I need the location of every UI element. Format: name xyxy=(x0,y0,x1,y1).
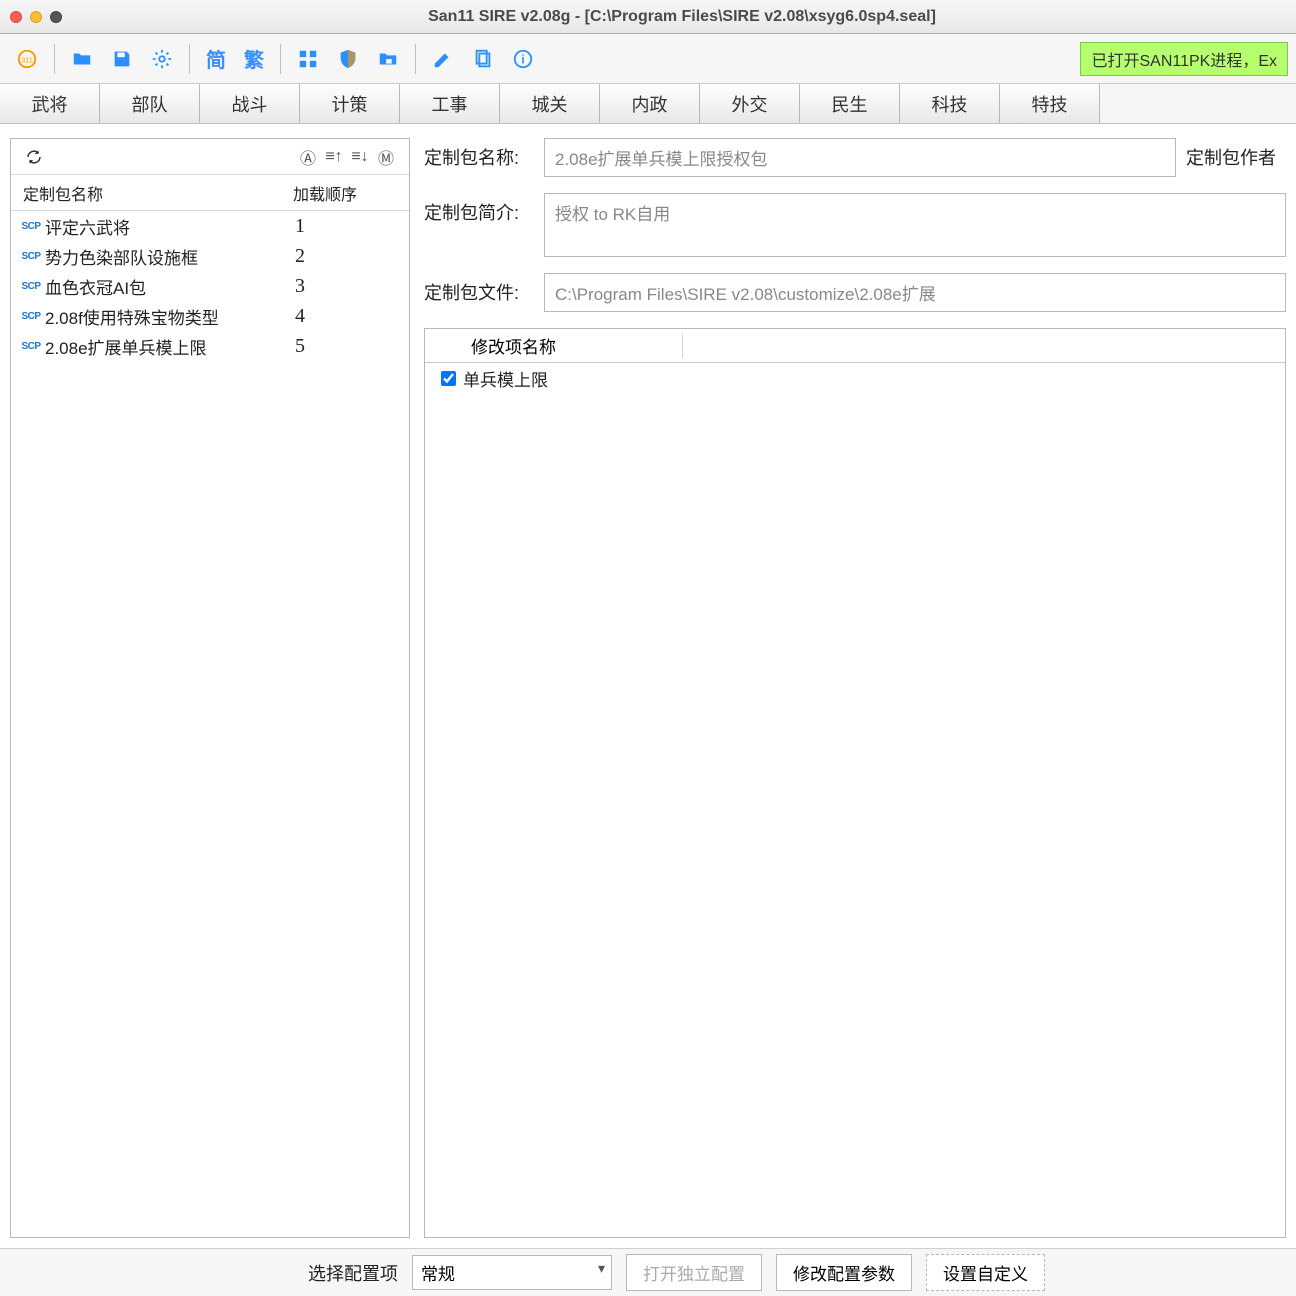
input-package-desc[interactable]: 授权 to RK自用 xyxy=(544,193,1286,257)
lock-folder-icon[interactable] xyxy=(369,40,407,78)
set-custom-button[interactable]: 设置自定义 xyxy=(926,1254,1045,1291)
tab-battle[interactable]: 战斗 xyxy=(200,84,300,123)
tab-construction[interactable]: 工事 xyxy=(400,84,500,123)
list-item[interactable]: SCP 血色衣冠AI包 3 xyxy=(11,271,409,301)
scp-icon: SCP xyxy=(17,248,45,264)
close-window-icon[interactable] xyxy=(10,11,22,23)
label-package-desc: 定制包简介: xyxy=(424,193,534,225)
label-package-author: 定制包作者 xyxy=(1186,138,1286,170)
open-standalone-config-button[interactable]: 打开独立配置 xyxy=(626,1254,762,1291)
info-icon[interactable]: i xyxy=(504,40,542,78)
input-package-name[interactable]: 2.08e扩展单兵模上限授权包 xyxy=(544,138,1176,177)
status-badge: 已打开SAN11PK进程，Ex xyxy=(1080,42,1288,76)
svg-text:i: i xyxy=(521,52,524,66)
mod-checkbox[interactable] xyxy=(433,371,463,386)
sort-desc-icon[interactable]: ≡↓ xyxy=(347,144,373,170)
scp-icon: SCP xyxy=(17,338,45,354)
footer-bar: 选择配置项 常规 打开独立配置 修改配置参数 设置自定义 xyxy=(0,1248,1296,1296)
package-name: 势力色染部队设施框 xyxy=(45,244,295,269)
package-list-toolbar: Ⓐ ≡↑ ≡↓ Ⓜ xyxy=(11,139,409,175)
package-order: 2 xyxy=(295,245,305,268)
shield-icon[interactable] xyxy=(329,40,367,78)
tab-troops[interactable]: 部队 xyxy=(100,84,200,123)
open-folder-icon[interactable] xyxy=(63,40,101,78)
tab-tech[interactable]: 科技 xyxy=(900,84,1000,123)
tab-gate[interactable]: 城关 xyxy=(500,84,600,123)
save-icon[interactable] xyxy=(103,40,141,78)
copy-icon[interactable] xyxy=(464,40,502,78)
mod-name: 单兵模上限 xyxy=(463,366,548,391)
scp-icon: SCP xyxy=(17,218,45,234)
sort-asc-icon[interactable]: ≡↑ xyxy=(321,144,347,170)
titlebar: San11 SIRE v2.08g - [C:\Program Files\SI… xyxy=(0,0,1296,34)
app-logo-icon[interactable]: 311 xyxy=(8,40,46,78)
main-tabs: 武将 部队 战斗 计策 工事 城关 内政 外交 民生 科技 特技 xyxy=(0,84,1296,124)
package-order: 1 xyxy=(295,215,305,238)
package-list-pane: Ⓐ ≡↑ ≡↓ Ⓜ 定制包名称 加载顺序 SCP 评定六武将 1SCP 势力色染… xyxy=(10,138,410,1238)
modify-config-button[interactable]: 修改配置参数 xyxy=(776,1254,912,1291)
list-item[interactable]: SCP 评定六武将 1 xyxy=(11,211,409,241)
package-name: 2.08f使用特殊宝物类型 xyxy=(45,304,295,329)
scp-icon: SCP xyxy=(17,308,45,324)
tab-skill[interactable]: 特技 xyxy=(1000,84,1100,123)
traditional-chinese-button[interactable]: 繁 xyxy=(236,40,272,78)
auto-icon[interactable]: Ⓐ xyxy=(295,144,321,170)
list-item[interactable]: SCP 2.08e扩展单兵模上限 5 xyxy=(11,331,409,361)
list-item[interactable]: SCP 势力色染部队设施框 2 xyxy=(11,241,409,271)
main-toolbar: 311 简 繁 i 已打开SAN11PK进程，Ex xyxy=(0,34,1296,84)
package-order: 5 xyxy=(295,335,305,358)
package-order: 4 xyxy=(295,305,305,328)
input-package-file[interactable]: C:\Program Files\SIRE v2.08\customize\2.… xyxy=(544,273,1286,312)
package-name: 血色衣冠AI包 xyxy=(45,274,295,299)
label-package-file: 定制包文件: xyxy=(424,273,534,305)
package-list-header: 定制包名称 加载顺序 xyxy=(11,175,409,211)
detail-pane: 定制包名称: 2.08e扩展单兵模上限授权包 定制包作者 定制包简介: 授权 t… xyxy=(424,138,1286,1238)
table-row[interactable]: 单兵模上限 xyxy=(425,363,1285,393)
tab-welfare[interactable]: 民生 xyxy=(800,84,900,123)
refresh-icon[interactable] xyxy=(21,144,47,170)
tab-interior[interactable]: 内政 xyxy=(600,84,700,123)
tab-diplomacy[interactable]: 外交 xyxy=(700,84,800,123)
header-load-order: 加载顺序 xyxy=(293,181,397,205)
svg-text:311: 311 xyxy=(21,55,33,64)
mode-icon[interactable]: Ⓜ xyxy=(373,144,399,170)
header-mod-name: 修改项名称 xyxy=(463,333,683,358)
package-name: 评定六武将 xyxy=(45,214,295,239)
tab-strategy[interactable]: 计策 xyxy=(300,84,400,123)
label-select-config: 选择配置项 xyxy=(308,1260,398,1286)
zoom-window-icon[interactable] xyxy=(50,11,62,23)
window-title: San11 SIRE v2.08g - [C:\Program Files\SI… xyxy=(78,8,1286,26)
settings-gear-icon[interactable] xyxy=(143,40,181,78)
header-package-name: 定制包名称 xyxy=(23,181,293,205)
list-item[interactable]: SCP 2.08f使用特殊宝物类型 4 xyxy=(11,301,409,331)
edit-pencil-icon[interactable] xyxy=(424,40,462,78)
package-list[interactable]: SCP 评定六武将 1SCP 势力色染部队设施框 2SCP 血色衣冠AI包 3S… xyxy=(11,211,409,1237)
select-config[interactable]: 常规 xyxy=(412,1255,612,1290)
window-controls xyxy=(10,11,62,23)
label-package-name: 定制包名称: xyxy=(424,138,534,170)
modification-table: 修改项名称 单兵模上限 xyxy=(424,328,1286,1238)
simplified-chinese-button[interactable]: 简 xyxy=(198,40,234,78)
grid-icon[interactable] xyxy=(289,40,327,78)
tab-generals[interactable]: 武将 xyxy=(0,84,100,123)
package-name: 2.08e扩展单兵模上限 xyxy=(45,334,295,359)
minimize-window-icon[interactable] xyxy=(30,11,42,23)
scp-icon: SCP xyxy=(17,278,45,294)
package-order: 3 xyxy=(295,275,305,298)
